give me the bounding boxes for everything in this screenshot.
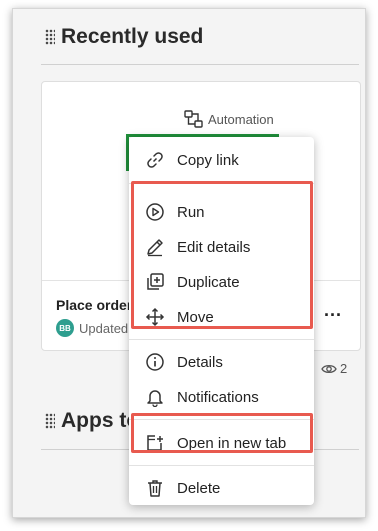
menu-item-copy-link[interactable]: Copy link — [129, 143, 314, 177]
menu-separator — [129, 339, 314, 340]
updated-text: Updated — [79, 320, 129, 336]
menu-separator — [129, 465, 314, 466]
menu-label: Move — [177, 308, 214, 326]
recently-used-title: Recently used — [61, 25, 204, 48]
move-icon — [145, 307, 165, 327]
menu-item-edit-details[interactable]: Edit details — [129, 230, 314, 264]
menu-item-open-new-tab[interactable]: Open in new tab — [129, 426, 314, 460]
card-type-label: Automation — [184, 110, 274, 128]
menu-label: Duplicate — [177, 273, 240, 291]
info-icon — [145, 352, 165, 372]
menu-label: Notifications — [177, 388, 259, 406]
trash-icon — [145, 478, 165, 498]
menu-label: Open in new tab — [177, 434, 287, 452]
menu-item-run[interactable]: Run — [129, 195, 314, 229]
apps-to-title: Apps to — [61, 409, 140, 432]
menu-label: Edit details — [177, 238, 251, 256]
menu-item-move[interactable]: Move — [129, 300, 314, 334]
menu-label: Run — [177, 203, 205, 221]
eye-icon — [321, 364, 337, 373]
menu-item-notifications[interactable]: Notifications — [129, 380, 314, 414]
menu-separator — [129, 419, 314, 420]
play-icon — [145, 202, 165, 222]
section-divider — [41, 64, 359, 65]
drag-handle-icon[interactable] — [45, 413, 55, 429]
automation-icon — [184, 110, 203, 128]
view-count: 2 — [321, 361, 347, 376]
drag-handle-icon[interactable] — [45, 29, 55, 45]
recently-used-heading: Recently used — [45, 25, 203, 49]
new-tab-icon — [145, 433, 165, 453]
link-icon — [145, 150, 165, 170]
more-options-button[interactable]: ... — [324, 300, 342, 321]
card-title[interactable]: Place order — [56, 297, 132, 313]
recently-used-panel: Recently used Automation Place order BB … — [12, 8, 366, 518]
menu-item-duplicate[interactable]: Duplicate — [129, 265, 314, 299]
duplicate-icon — [145, 272, 165, 292]
menu-separator — [129, 183, 314, 184]
apps-to-heading: Apps to — [45, 409, 139, 433]
context-menu: Copy link Run Edit details Duplicate Mov… — [129, 137, 314, 505]
card-updated: BB Updated — [56, 319, 128, 337]
menu-item-delete[interactable]: Delete — [129, 471, 314, 505]
menu-label: Copy link — [177, 151, 239, 169]
avatar: BB — [56, 319, 74, 337]
menu-item-details[interactable]: Details — [129, 345, 314, 379]
view-count-value: 2 — [340, 361, 348, 376]
card-type-text: Automation — [208, 111, 274, 127]
menu-label: Details — [177, 353, 223, 371]
menu-label: Delete — [177, 479, 221, 497]
bell-icon — [145, 387, 165, 407]
pencil-icon — [145, 237, 165, 257]
